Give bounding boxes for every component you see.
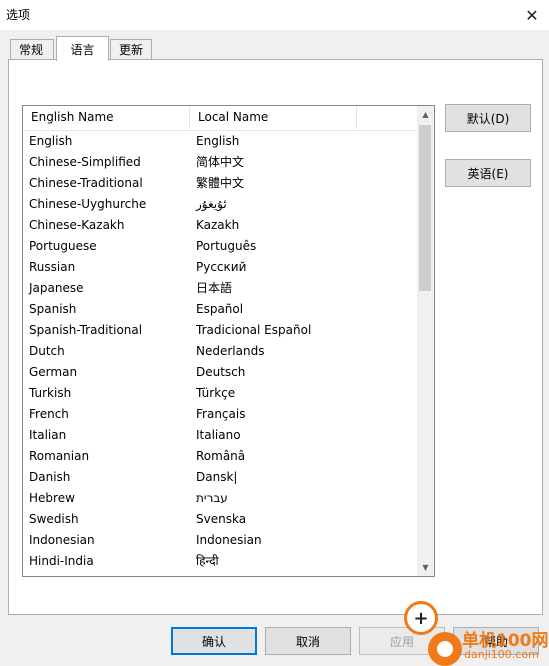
english-name-cell: Hindi-India bbox=[29, 554, 94, 568]
column-header-local-name[interactable]: Local Name bbox=[190, 106, 357, 129]
list-item[interactable]: Danish Dansk| bbox=[23, 467, 417, 488]
local-name-cell: Dansk| bbox=[196, 470, 238, 484]
english-name-cell: Chinese-Simplified bbox=[29, 155, 141, 169]
english-name-cell: Chinese-Kazakh bbox=[29, 218, 125, 232]
list-item[interactable]: Spanish Español bbox=[23, 299, 417, 320]
local-name-cell: 繁體中文 bbox=[196, 176, 245, 190]
list-item[interactable]: Hindi-India हिन्दी bbox=[23, 551, 417, 572]
watermark-ring-icon bbox=[428, 632, 462, 666]
watermark-plus-icon: + bbox=[404, 601, 438, 635]
scroll-thumb[interactable] bbox=[419, 125, 431, 291]
list-item[interactable]: Chinese-Traditional 繁體中文 bbox=[23, 173, 417, 194]
list-item[interactable]: Indonesian Indonesian bbox=[23, 530, 417, 551]
title-bar: 选项 ✕ bbox=[0, 0, 549, 30]
scroll-up-icon[interactable]: ▲ bbox=[417, 106, 434, 123]
english-name-cell: Italian bbox=[29, 428, 67, 442]
local-name-cell: हिन्दी bbox=[196, 554, 219, 568]
english-name-cell: Portuguese bbox=[29, 239, 97, 253]
list-item[interactable]: Romanian Românâ bbox=[23, 446, 417, 467]
english-language-button[interactable]: 英语(E) bbox=[445, 159, 531, 187]
local-name-cell: Italiano bbox=[196, 428, 241, 442]
watermark-url: danji100.com bbox=[464, 648, 539, 661]
list-item[interactable]: Japanese 日本語 bbox=[23, 278, 417, 299]
list-item[interactable]: Chinese-Uyghurche ئۇيغۇر bbox=[23, 194, 417, 215]
local-name-cell: Español bbox=[196, 302, 244, 316]
tab-update[interactable]: 更新 bbox=[110, 39, 152, 59]
local-name-cell: עברית bbox=[196, 491, 228, 505]
list-item[interactable]: Hebrew עברית bbox=[23, 488, 417, 509]
english-name-cell: Swedish bbox=[29, 512, 79, 526]
dialog-body: 常规 语言 更新 English Name Local Name English… bbox=[0, 30, 549, 666]
column-header-english-name[interactable]: English Name bbox=[23, 106, 190, 129]
local-name-cell: Românâ bbox=[196, 449, 246, 463]
local-name-cell: Deutsch bbox=[196, 365, 246, 379]
list-item[interactable]: Russian Русский bbox=[23, 257, 417, 278]
local-name-cell: Svenska bbox=[196, 512, 247, 526]
english-name-cell: English bbox=[29, 134, 73, 148]
english-name-cell: Dutch bbox=[29, 344, 65, 358]
local-name-cell: ئۇيغۇر bbox=[196, 197, 227, 211]
english-name-cell: French bbox=[29, 407, 69, 421]
english-name-cell: Romanian bbox=[29, 449, 90, 463]
english-name-cell: Danish bbox=[29, 470, 71, 484]
local-name-cell: 日本語 bbox=[196, 281, 233, 295]
english-name-cell: Russian bbox=[29, 260, 76, 274]
local-name-cell: Nederlands bbox=[196, 344, 265, 358]
scroll-down-icon[interactable]: ▼ bbox=[417, 559, 434, 576]
language-list[interactable]: English Name Local Name English English Ch… bbox=[22, 105, 435, 577]
list-item[interactable]: German Deutsch bbox=[23, 362, 417, 383]
list-item[interactable]: Italian Italiano bbox=[23, 425, 417, 446]
local-name-cell: 简体中文 bbox=[196, 155, 245, 169]
local-name-cell: Français bbox=[196, 407, 246, 421]
english-name-cell: Indonesian bbox=[29, 533, 95, 547]
list-item[interactable]: French Français bbox=[23, 404, 417, 425]
list-header: English Name Local Name bbox=[23, 106, 417, 131]
local-name-cell: Indonesian bbox=[196, 533, 262, 547]
english-name-cell: Turkish bbox=[29, 386, 72, 400]
english-name-cell: Spanish-Traditional bbox=[29, 323, 143, 337]
local-name-cell: Русский bbox=[196, 260, 247, 274]
cancel-button[interactable]: 取消 bbox=[265, 627, 351, 655]
list-item[interactable]: Swedish Svenska bbox=[23, 509, 417, 530]
vertical-scrollbar[interactable]: ▲ ▼ bbox=[417, 106, 434, 576]
local-name-cell: Kazakh bbox=[196, 218, 240, 232]
language-tab-panel: English Name Local Name English English Ch… bbox=[8, 59, 543, 615]
list-item[interactable]: Spanish-Traditional Tradicional Español bbox=[23, 320, 417, 341]
default-language-button[interactable]: 默认(D) bbox=[445, 104, 531, 132]
local-name-cell: Türkçe bbox=[196, 386, 236, 400]
list-item[interactable]: Chinese-Simplified 简体中文 bbox=[23, 152, 417, 173]
english-name-cell: Chinese-Traditional bbox=[29, 176, 143, 190]
list-item[interactable]: English English bbox=[23, 131, 417, 152]
list-item[interactable]: Chinese-Kazakh Kazakh bbox=[23, 215, 417, 236]
close-icon[interactable]: ✕ bbox=[515, 0, 549, 30]
ok-button[interactable]: 确认 bbox=[171, 627, 257, 655]
list-item[interactable]: Portuguese Português bbox=[23, 236, 417, 257]
tab-language[interactable]: 语言 bbox=[56, 36, 109, 61]
list-item[interactable]: Turkish Türkçe bbox=[23, 383, 417, 404]
english-name-cell: German bbox=[29, 365, 78, 379]
local-name-cell: English bbox=[196, 134, 240, 148]
english-name-cell: Hebrew bbox=[29, 491, 75, 505]
tab-general[interactable]: 常规 bbox=[10, 39, 54, 59]
local-name-cell: Português bbox=[196, 239, 257, 253]
list-item[interactable]: Dutch Nederlands bbox=[23, 341, 417, 362]
window-title: 选项 bbox=[6, 8, 31, 22]
english-name-cell: Japanese bbox=[29, 281, 84, 295]
local-name-cell: Tradicional Español bbox=[196, 323, 312, 337]
english-name-cell: Chinese-Uyghurche bbox=[29, 197, 147, 211]
english-name-cell: Spanish bbox=[29, 302, 77, 316]
list-rows: English English Chinese-Simplified 简体中文 Chin… bbox=[23, 131, 417, 572]
